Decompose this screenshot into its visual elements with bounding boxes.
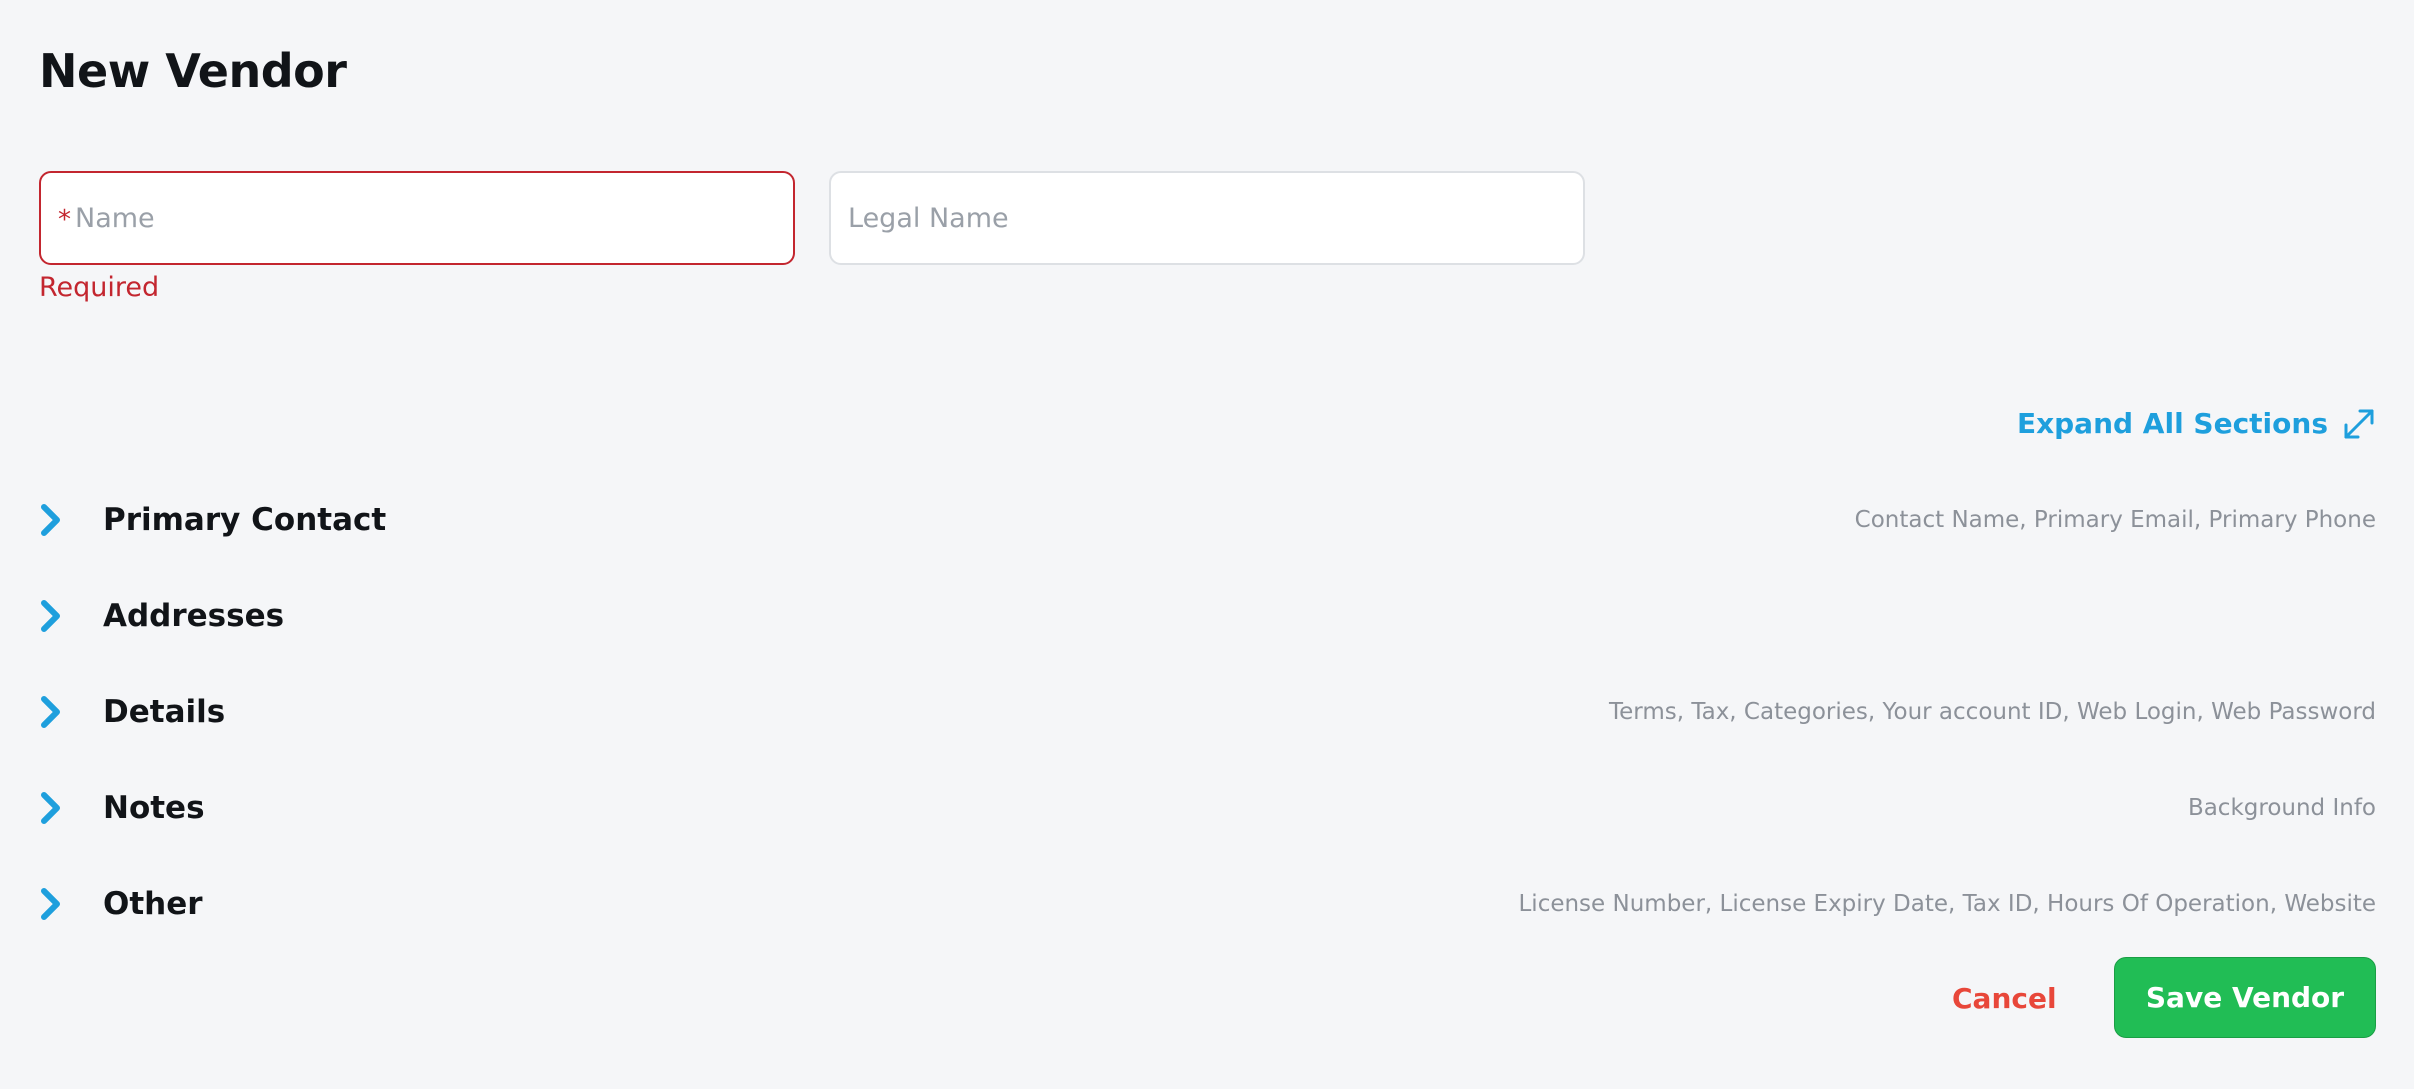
section-details[interactable]: Details Terms, Tax, Categories, Your acc… — [39, 664, 2376, 760]
expand-arrows-icon — [2342, 407, 2376, 441]
section-summary: Background Info — [2187, 795, 2376, 821]
required-marker: * — [58, 205, 71, 235]
section-addresses[interactable]: Addresses — [39, 568, 2376, 664]
save-vendor-button[interactable]: Save Vendor — [2114, 957, 2376, 1038]
chevron-right-icon — [39, 887, 63, 921]
chevron-right-icon — [39, 503, 63, 537]
collapsible-sections: Primary Contact Contact Name, Primary Em… — [39, 472, 2376, 952]
section-summary: Contact Name, Primary Email, Primary Pho… — [1854, 507, 2376, 533]
cancel-button[interactable]: Cancel — [1940, 968, 2069, 1028]
legal-name-input[interactable] — [848, 188, 1583, 248]
name-field[interactable]: * — [39, 171, 795, 265]
name-error-message: Required — [39, 272, 160, 303]
section-title: Notes — [103, 790, 205, 826]
expand-all-sections-label: Expand All Sections — [2016, 407, 2328, 440]
section-summary: Terms, Tax, Categories, Your account ID,… — [1609, 699, 2376, 725]
section-notes[interactable]: Notes Background Info — [39, 760, 2376, 856]
section-primary-contact[interactable]: Primary Contact Contact Name, Primary Em… — [39, 472, 2376, 568]
section-title: Other — [103, 886, 203, 922]
section-other[interactable]: Other License Number, License Expiry Dat… — [39, 856, 2376, 952]
section-title: Primary Contact — [103, 502, 387, 538]
chevron-right-icon — [39, 599, 63, 633]
name-input[interactable] — [75, 188, 793, 248]
legal-name-field[interactable] — [829, 171, 1585, 265]
chevron-right-icon — [39, 791, 63, 825]
section-title: Details — [103, 694, 226, 730]
section-summary: License Number, License Expiry Date, Tax… — [1518, 891, 2376, 917]
section-title: Addresses — [103, 598, 285, 634]
chevron-right-icon — [39, 695, 63, 729]
expand-all-sections-button[interactable]: Expand All Sections — [2017, 402, 2376, 446]
page-title: New Vendor — [39, 44, 347, 98]
